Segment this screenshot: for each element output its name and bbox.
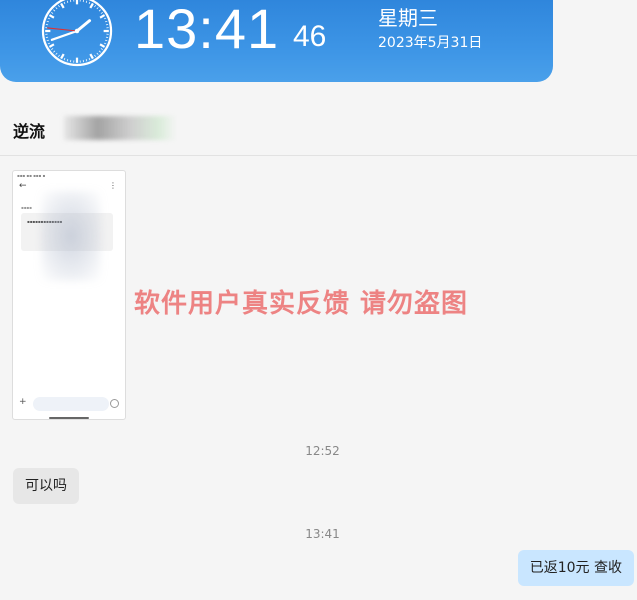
clock-tick [98,50,101,53]
thumb-more-icon: ⋮ [109,181,117,190]
clock-tick [105,39,108,42]
clock-tick [98,9,101,12]
clock-tick [103,17,107,20]
clock-tick [60,2,65,9]
clock-tick [48,43,55,48]
clock-tick [66,0,69,3]
clock-tick [88,57,91,61]
clock-tick [51,11,54,14]
clock-tick [99,43,106,48]
clock-tick [88,1,91,5]
clock-tick [55,7,58,10]
analog-clock-icon [41,0,113,67]
clock-tick [51,48,54,51]
thumb-label: ▪▪▪▪ [21,205,32,210]
thumb-back-arrow-icon: ← [19,181,27,191]
thumb-send-icon [110,399,119,408]
clock-tick [85,59,88,62]
incoming-message-bubble[interactable]: 可以吗 [13,468,79,504]
thumb-plus-icon: + [19,397,27,407]
clock-tick [60,53,65,60]
clock-tick [66,59,69,62]
clock-tick [85,0,88,3]
clock-tick [100,48,103,51]
clock-tick [105,20,108,23]
clock-tick [94,5,97,8]
clock-tick [46,20,49,23]
clock-date: 2023年5月31日 [378,35,483,51]
name-redaction-blur [64,116,176,140]
clock-tick [100,11,103,14]
clock-tick [48,14,55,19]
clock-tick [94,54,97,57]
clock-weekday: 星期三 [378,6,438,30]
clock-tick [53,9,56,12]
clock-tick [55,52,58,55]
clock-tick [63,1,66,5]
clock-seconds: 46 [293,20,327,53]
clock-time: 13:41 [134,0,280,60]
thumb-home-indicator [49,417,89,419]
clock-tick [57,5,60,8]
clock-tick [99,14,106,19]
clock-tick [47,42,51,45]
thumb-input-field [33,397,109,411]
message-timestamp: 12:52 [305,444,340,458]
watermark-text: 软件用户真实反馈 请勿盗图 [134,289,469,319]
clock-tick [57,54,60,57]
thumb-status-bar: ▪▪▪ ▪▪ ▪▪▪ ▪ [17,173,46,178]
outgoing-message-bubble[interactable]: 已返10元 查收 [517,550,634,586]
clock-tick [96,52,99,55]
clock-tick [89,2,94,9]
contact-name[interactable]: 逆流 [13,118,45,142]
message-timestamp: 13:41 [305,527,340,541]
clock-banner: 13:41 46 星期三 2023年5月31日 [0,0,553,82]
clock-tick [63,57,66,61]
clock-tick [46,39,49,42]
clock-tick [47,17,51,20]
clock-tick [103,42,107,45]
chat-header: 逆流 [0,100,637,156]
clock-tick [96,7,99,10]
clock-tick [53,50,56,53]
shared-screenshot-image[interactable]: ▪▪▪ ▪▪ ▪▪▪ ▪ ← ⋮ ▪▪▪▪ ▪▪▪▪▪▪▪▪▪▪▪▪▪ + [12,170,126,420]
clock-tick [89,53,94,60]
thumb-redaction-blur [41,191,101,281]
